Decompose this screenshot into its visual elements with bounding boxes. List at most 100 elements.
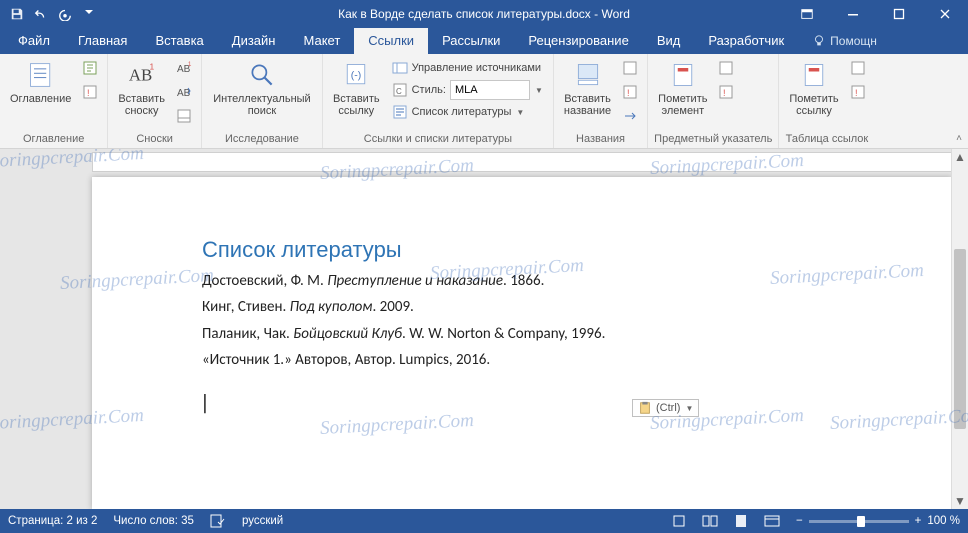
bibliography-icon — [392, 104, 408, 120]
lightbulb-icon — [812, 34, 826, 48]
mark-entry-icon — [667, 59, 699, 91]
toc-button[interactable]: Оглавление — [6, 57, 75, 107]
entry-title: Под куполом — [290, 298, 373, 316]
bibliography-button[interactable]: Список литературы ▼ — [388, 101, 547, 123]
group-toc: Оглавление ! Оглавление — [0, 54, 108, 148]
style-icon: C — [392, 82, 408, 98]
group-research: Интеллектуальный поиск Исследование — [202, 54, 323, 148]
bibliography-entry: Достоевский, Ф. М. Преступление и наказа… — [202, 271, 912, 291]
insert-table-figures-button[interactable] — [619, 57, 641, 79]
status-macro[interactable] — [672, 514, 686, 528]
zoom-out-icon[interactable]: − — [796, 515, 803, 527]
group-toa: Пометить ссылку ! Таблица ссылок — [779, 54, 874, 148]
status-bar: Страница: 2 из 2 Число слов: 35 русский … — [0, 509, 968, 533]
undo-icon[interactable] — [30, 3, 52, 25]
cross-reference-button[interactable] — [619, 105, 641, 127]
citation-style-dropdown[interactable]: C Стиль: ▼ — [388, 79, 547, 101]
scroll-thumb[interactable] — [954, 249, 966, 429]
status-page[interactable]: Страница: 2 из 2 — [8, 515, 97, 527]
tab-file[interactable]: Файл — [4, 28, 64, 54]
update-index-button[interactable]: ! — [715, 81, 737, 103]
insert-footnote-button[interactable]: AB1 Вставить сноску — [114, 57, 169, 119]
scroll-up-icon[interactable]: ▲ — [952, 149, 968, 165]
redo-icon[interactable] — [54, 3, 76, 25]
entry-rest: . 1866. — [503, 272, 544, 290]
insert-caption-button[interactable]: Вставить название — [560, 57, 615, 119]
collapse-ribbon-icon[interactable]: ˄ — [956, 133, 962, 144]
qat-customize-icon[interactable] — [78, 3, 100, 25]
update-toa-button[interactable]: ! — [847, 81, 869, 103]
horizontal-ruler[interactable] — [92, 152, 952, 172]
footnote-icon: AB1 — [126, 59, 158, 91]
style-value-input[interactable] — [450, 80, 530, 100]
bibliography-heading: Список литературы — [202, 237, 912, 263]
zoom-value[interactable]: 100 % — [927, 515, 960, 527]
ribbon: Оглавление ! Оглавление AB1 Вставить сно… — [0, 54, 968, 149]
group-captions: Вставить название ! Названия — [554, 54, 648, 148]
svg-text:C: C — [396, 87, 402, 96]
maximize-icon[interactable] — [876, 0, 922, 28]
tab-view[interactable]: Вид — [643, 28, 695, 54]
tab-layout[interactable]: Макет — [289, 28, 354, 54]
read-mode-icon — [702, 514, 718, 528]
tab-developer[interactable]: Разработчик — [694, 28, 798, 54]
show-notes-button[interactable] — [173, 105, 195, 127]
status-language[interactable]: русский — [242, 515, 283, 527]
zoom-track[interactable] — [809, 520, 909, 523]
ribbon-tabs: Файл Главная Вставка Дизайн Макет Ссылки… — [0, 28, 968, 54]
web-layout-icon — [764, 514, 780, 528]
toc-icon — [25, 59, 57, 91]
window-title: Как в Ворде сделать список литературы.do… — [338, 7, 630, 21]
group-citations-label: Ссылки и списки литературы — [329, 131, 547, 148]
page[interactable]: Список литературы Достоевский, Ф. М. Пре… — [92, 177, 952, 509]
svg-text:1: 1 — [188, 62, 192, 68]
status-spellcheck[interactable] — [210, 514, 226, 528]
insert-toa-button[interactable] — [847, 57, 869, 79]
add-text-button[interactable] — [79, 57, 101, 79]
group-index-label: Предметный указатель — [654, 131, 772, 148]
next-footnote-button[interactable]: AB — [173, 81, 195, 103]
entry-author: Кинг, Стивен. — [202, 298, 290, 316]
manage-sources-label: Управление источниками — [412, 62, 541, 74]
smart-lookup-button[interactable]: Интеллектуальный поиск — [208, 57, 316, 119]
svg-text:1: 1 — [149, 61, 154, 71]
close-icon[interactable] — [922, 0, 968, 28]
tab-references[interactable]: Ссылки — [354, 28, 428, 54]
minimize-icon[interactable] — [830, 0, 876, 28]
tab-insert[interactable]: Вставка — [141, 28, 217, 54]
insert-endnote-button[interactable]: AB1 — [173, 57, 195, 79]
scroll-down-icon[interactable]: ▼ — [952, 493, 968, 509]
style-label: Стиль: — [412, 84, 446, 96]
zoom-slider[interactable]: − + 100 % — [796, 515, 960, 527]
ribbon-display-icon[interactable] — [784, 0, 830, 28]
update-table-button[interactable]: ! — [619, 81, 641, 103]
entry-author: Паланик, Чак. — [202, 325, 293, 343]
group-toa-label: Таблица ссылок — [785, 131, 868, 148]
svg-text:(-): (-) — [351, 70, 362, 82]
status-word-count[interactable]: Число слов: 35 — [113, 515, 194, 527]
zoom-knob[interactable] — [857, 516, 865, 527]
view-web-layout[interactable] — [764, 514, 780, 528]
tab-mailings[interactable]: Рассылки — [428, 28, 514, 54]
mark-citation-button[interactable]: Пометить ссылку — [785, 57, 842, 119]
insert-index-button[interactable] — [715, 57, 737, 79]
tab-design[interactable]: Дизайн — [218, 28, 290, 54]
view-print-layout[interactable] — [734, 514, 748, 528]
save-icon[interactable] — [6, 3, 28, 25]
vertical-scrollbar[interactable]: ▲ ▼ — [951, 149, 968, 509]
view-read-mode[interactable] — [702, 514, 718, 528]
tell-me[interactable]: Помощн — [798, 29, 891, 54]
manage-sources-button[interactable]: Управление источниками — [388, 57, 547, 79]
entry-text: «Источник 1.» Авторов, Автор. Lumpics, 2… — [202, 351, 490, 369]
insert-citation-button[interactable]: (-) Вставить ссылку — [329, 57, 384, 119]
update-toc-button[interactable]: ! — [79, 81, 101, 103]
toc-label: Оглавление — [10, 93, 71, 105]
magnifier-icon — [246, 59, 278, 91]
mark-entry-label: Пометить элемент — [658, 93, 707, 117]
mark-entry-button[interactable]: Пометить элемент — [654, 57, 711, 119]
tab-home[interactable]: Главная — [64, 28, 141, 54]
zoom-in-icon[interactable]: + — [915, 515, 922, 527]
tab-review[interactable]: Рецензирование — [514, 28, 642, 54]
entry-rest: . W. W. Norton & Company, 1996. — [402, 325, 605, 343]
insert-citation-label: Вставить ссылку — [333, 93, 380, 117]
